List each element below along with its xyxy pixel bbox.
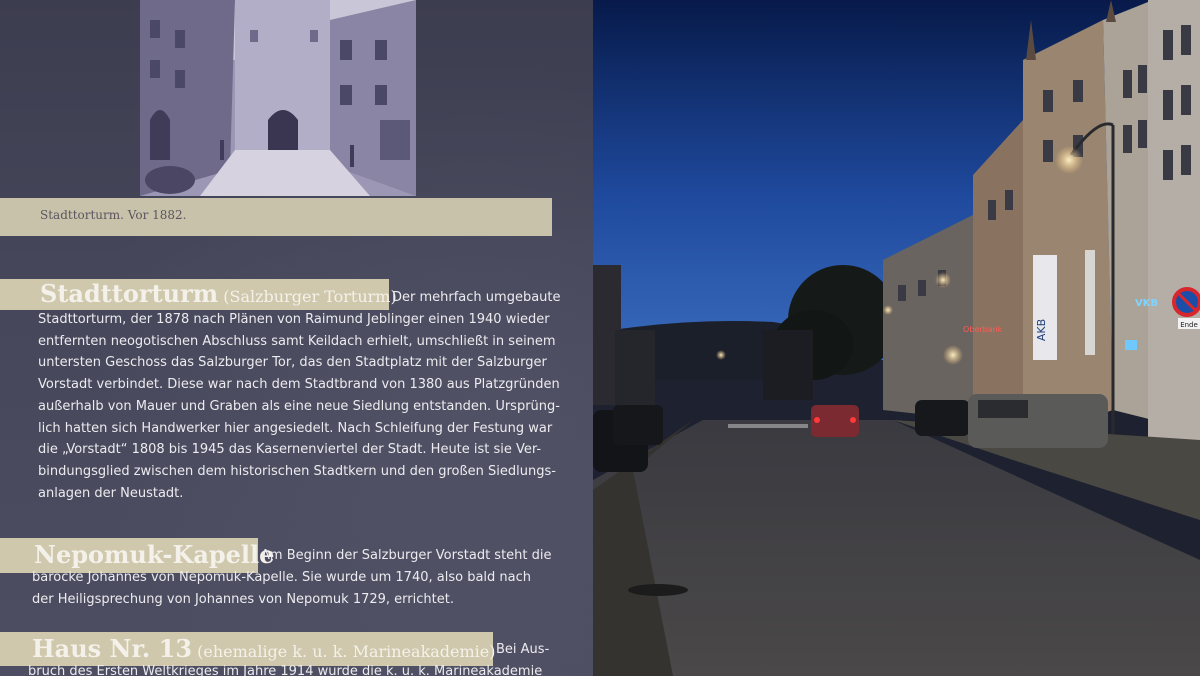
mid-building xyxy=(763,330,813,400)
section-1-body: Stadttorturm, der 1878 nach Plänen von R… xyxy=(38,309,560,504)
text-line: anlagen der Neustadt. xyxy=(38,485,184,501)
section-1-heading: Stadttorturm (Salzburger Torturm) xyxy=(40,279,397,308)
text-line: Bei Aus- xyxy=(496,642,550,657)
section-3-title: Haus Nr. 13 xyxy=(32,634,193,663)
photo-caption: Stadttorturm. Vor 1882. xyxy=(40,208,187,222)
historic-photo-image xyxy=(140,0,416,196)
section-2-body: barocke Johannes von Nepomuk-Kapelle. Si… xyxy=(32,567,531,610)
blue-light xyxy=(1125,340,1137,350)
section-3-subtitle: (ehemalige k. u. k. Marineakademie) xyxy=(197,642,496,661)
vkb-sign: VKB xyxy=(1135,298,1158,309)
text-line: Der mehrfach umgebaute xyxy=(392,290,561,305)
text-line: Stadttorturm, der 1878 nach Plänen von R… xyxy=(38,312,550,327)
oberbank-sign: Oberbank xyxy=(963,325,1003,334)
section-3-heading: Haus Nr. 13 (ehemalige k. u. k. Marineak… xyxy=(32,634,496,663)
section-2-title: Nepomuk-Kapelle xyxy=(34,540,275,569)
section-2-heading: Nepomuk-Kapelle xyxy=(34,540,274,569)
text-line: die „Vorstadt“ 1808 bis 1945 das Kaserne… xyxy=(38,442,542,458)
text-line: entfernten neogotischen Abschluss samt K… xyxy=(38,333,556,349)
text-line: bindungsglied zwischen dem historischen … xyxy=(38,463,556,479)
text-line: der Heiligsprechung von Johannes von Nep… xyxy=(32,591,454,607)
section-1-subtitle: (Salzburger Torturm) xyxy=(223,287,397,306)
left-building-2 xyxy=(615,330,655,405)
akb-banner-text: AKB xyxy=(1035,319,1048,341)
akb-banner xyxy=(1033,255,1057,360)
text-line: barocke Johannes von Nepomuk-Kapelle. Si… xyxy=(32,570,532,585)
banner-2 xyxy=(1085,250,1095,355)
text-line: Vorstadt verbindet. Diese war nach dem S… xyxy=(38,377,560,393)
section-1-title: Stadttorturm xyxy=(40,279,219,308)
crosswalk xyxy=(728,424,808,428)
section-3-lead: Bei Aus- xyxy=(496,639,549,661)
building-facade-4 xyxy=(1148,0,1200,460)
text-line: untersten Geschoss das Salzburger Tor, d… xyxy=(38,355,547,371)
street-photo: AKB Oberbank VKB Ende xyxy=(593,0,1200,676)
text-line: bruch des Ersten Weltkrieges im Jahre 19… xyxy=(28,664,543,676)
building-facade-2 xyxy=(973,120,1023,440)
information-sign: Stadttorturm. Vor 1882. Stadttorturm (Sa… xyxy=(0,0,593,676)
historic-photo xyxy=(140,0,416,196)
section-2-lead: Am Beginn der Salzburger Vorstadt steht … xyxy=(261,545,552,567)
section-1-lead: Der mehrfach umgebaute xyxy=(392,287,561,309)
text-line: außerhalb von Mauer und Graben als eine … xyxy=(38,398,560,414)
manhole-cover xyxy=(628,584,688,596)
street-lamp-light xyxy=(1055,146,1083,174)
parked-car-right xyxy=(915,400,970,436)
street-scene: AKB Oberbank VKB Ende xyxy=(593,0,1200,676)
ende-sign-text: Ende xyxy=(1180,321,1198,329)
text-line: Am Beginn der Salzburger Vorstadt steht … xyxy=(261,548,552,563)
building-facade-ornate xyxy=(1023,20,1113,440)
section-3-body: bruch des Ersten Weltkrieges im Jahre 19… xyxy=(28,661,542,676)
text-line: lich hatten sich Handwerker hier angesie… xyxy=(38,420,553,436)
